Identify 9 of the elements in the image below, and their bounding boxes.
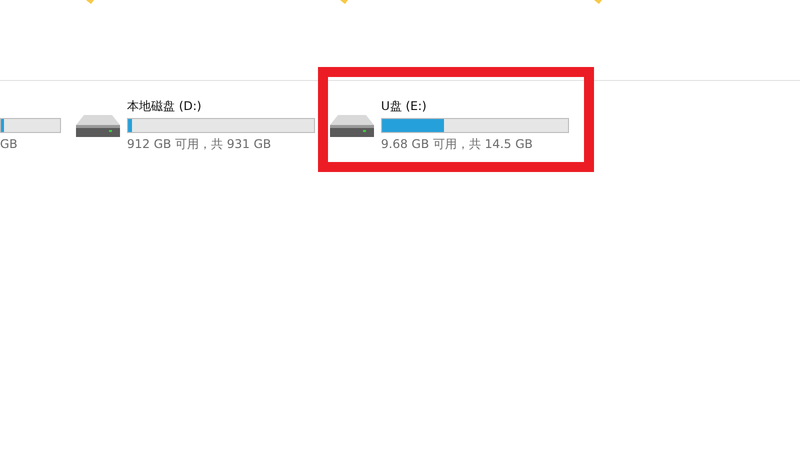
- drive-icon: [330, 112, 374, 138]
- drive-capacity: 9.68 GB 可用，共 14.5 GB: [381, 137, 534, 152]
- drive-name: U盘 (E:): [381, 99, 428, 114]
- drive-icon: [76, 112, 120, 138]
- drive-capacity: 912 GB 可用，共 931 GB: [127, 137, 272, 152]
- drive-tile[interactable]: 本地磁盘 (D:) 912 GB 可用，共 931 GB: [76, 99, 315, 152]
- drive-tile[interactable]: U盘 (E:) 9.68 GB 可用，共 14.5 GB: [330, 99, 569, 152]
- drive-capacity: GB: [0, 137, 19, 152]
- drive-name: 本地磁盘 (D:): [127, 99, 202, 114]
